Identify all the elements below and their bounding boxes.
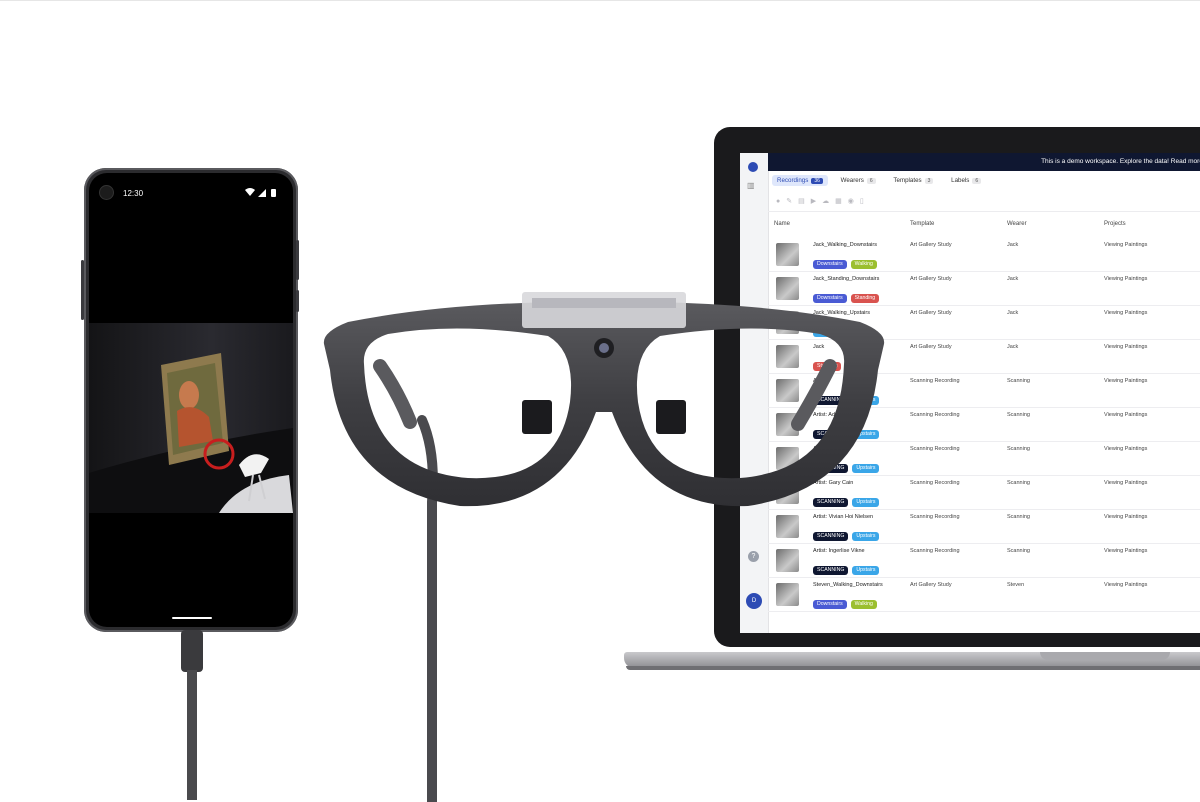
wearer-cell: Jack bbox=[1007, 276, 1019, 282]
label-tags: Downstairs Walking bbox=[813, 252, 881, 270]
project-cell: Viewing Paintings bbox=[1104, 548, 1148, 554]
table-row[interactable]: Jack_Walking_Downstairs Downstairs Walking… bbox=[768, 237, 1200, 272]
project-cell: Viewing Paintings bbox=[1104, 276, 1148, 282]
battery-icon bbox=[271, 189, 276, 197]
left-eye-camera bbox=[522, 400, 552, 434]
left-temple bbox=[373, 359, 417, 429]
trash-icon[interactable]: ▯ bbox=[860, 198, 870, 205]
wearer-cell: Steven bbox=[1007, 582, 1025, 588]
video-icon[interactable]: ▶ bbox=[811, 198, 822, 205]
wearer-cell: Scanning bbox=[1007, 446, 1030, 452]
tab-recordings[interactable]: Recordings 36 bbox=[772, 175, 828, 186]
template-cell: Art Gallery Study bbox=[910, 582, 952, 588]
front-camera bbox=[99, 185, 114, 200]
project-cell: Viewing Paintings bbox=[1104, 446, 1148, 452]
wearer-cell: Scanning bbox=[1007, 378, 1030, 384]
wearer-cell: Jack bbox=[1007, 344, 1019, 350]
wearer-cell: Scanning bbox=[1007, 480, 1030, 486]
status-time: 12:30 bbox=[123, 189, 144, 198]
scene-video-preview[interactable] bbox=[89, 323, 293, 513]
document-icon[interactable]: ▤ bbox=[798, 198, 811, 205]
template-cell: Scanning Recording bbox=[910, 514, 960, 520]
smartphone: 12:30 bbox=[81, 168, 299, 632]
wearer-cell: Scanning bbox=[1007, 412, 1030, 418]
project-cell: Viewing Paintings bbox=[1104, 480, 1148, 486]
label-tag[interactable]: Walking bbox=[850, 260, 877, 269]
column-header-wearer[interactable]: Wearer bbox=[1007, 221, 1027, 227]
phone-side-button bbox=[81, 260, 84, 320]
recording-name[interactable]: Jack_Walking_Downstairs bbox=[813, 242, 877, 248]
tab-bar: Recordings 36 Wearers 6 Templates 3 Labels 6 bbox=[772, 175, 992, 189]
wearer-cell: Jack bbox=[1007, 310, 1019, 316]
recording-thumbnail[interactable] bbox=[776, 243, 799, 266]
wifi-icon bbox=[245, 188, 255, 196]
view-icon[interactable]: ◉ bbox=[848, 198, 860, 205]
project-cell: Viewing Paintings bbox=[1104, 582, 1148, 588]
usb-cable bbox=[181, 630, 203, 800]
column-header-projects[interactable]: Projects bbox=[1104, 221, 1126, 227]
template-cell: Scanning Recording bbox=[910, 378, 960, 384]
grid-icon[interactable]: ▦ bbox=[835, 198, 848, 205]
template-cell: Art Gallery Study bbox=[910, 310, 952, 316]
app-logo-icon[interactable] bbox=[748, 162, 758, 172]
wearer-cell: Jack bbox=[1007, 242, 1019, 248]
column-header-template[interactable]: Template bbox=[910, 221, 934, 227]
phone-screen: 12:30 bbox=[89, 173, 293, 627]
tab-labels[interactable]: Labels 6 bbox=[946, 175, 986, 186]
laptop-notch bbox=[1040, 652, 1170, 660]
column-header-name[interactable]: Name bbox=[774, 221, 790, 227]
project-cell: Viewing Paintings bbox=[1104, 310, 1148, 316]
template-cell: Art Gallery Study bbox=[910, 344, 952, 350]
template-cell: Art Gallery Study bbox=[910, 276, 952, 282]
wearer-cell: Scanning bbox=[1007, 514, 1030, 520]
template-cell: Scanning Recording bbox=[910, 480, 960, 486]
template-cell: Scanning Recording bbox=[910, 548, 960, 554]
demo-banner: This is a demo workspace. Explore the da… bbox=[768, 153, 1200, 171]
phone-power-button bbox=[296, 290, 299, 312]
tab-templates[interactable]: Templates 3 bbox=[888, 175, 938, 186]
template-cell: Art Gallery Study bbox=[910, 242, 952, 248]
tab-wearers[interactable]: Wearers 6 bbox=[836, 175, 881, 186]
template-cell: Scanning Recording bbox=[910, 446, 960, 452]
wearer-cell: Scanning bbox=[1007, 548, 1030, 554]
cloud-icon[interactable]: ☁ bbox=[822, 198, 835, 205]
recordings-toolbar: ●✎▤▶☁▦◉▯ bbox=[776, 197, 870, 207]
top-divider bbox=[0, 0, 1200, 1]
template-cell: Scanning Recording bbox=[910, 412, 960, 418]
project-cell: Viewing Paintings bbox=[1104, 344, 1148, 350]
status-icons bbox=[245, 188, 276, 197]
eye-tracking-glasses bbox=[323, 292, 885, 802]
project-cell: Viewing Paintings bbox=[1104, 378, 1148, 384]
toolbar-divider bbox=[768, 211, 1200, 212]
edit-icon[interactable]: ✎ bbox=[786, 198, 798, 205]
sensor-module bbox=[522, 292, 686, 328]
project-cell: Viewing Paintings bbox=[1104, 514, 1148, 520]
right-temple bbox=[791, 359, 837, 431]
signal-icon bbox=[258, 189, 266, 197]
project-cell: Viewing Paintings bbox=[1104, 242, 1148, 248]
label-tag[interactable]: Downstairs bbox=[813, 260, 847, 269]
right-eye-camera bbox=[656, 400, 686, 434]
library-icon[interactable]: ▥ bbox=[747, 181, 755, 190]
project-cell: Viewing Paintings bbox=[1104, 412, 1148, 418]
info-icon[interactable]: ● bbox=[776, 198, 786, 205]
recording-name[interactable]: Jack_Standing_Downstairs bbox=[813, 276, 879, 282]
home-indicator[interactable] bbox=[172, 617, 212, 619]
phone-volume-button bbox=[296, 240, 299, 280]
